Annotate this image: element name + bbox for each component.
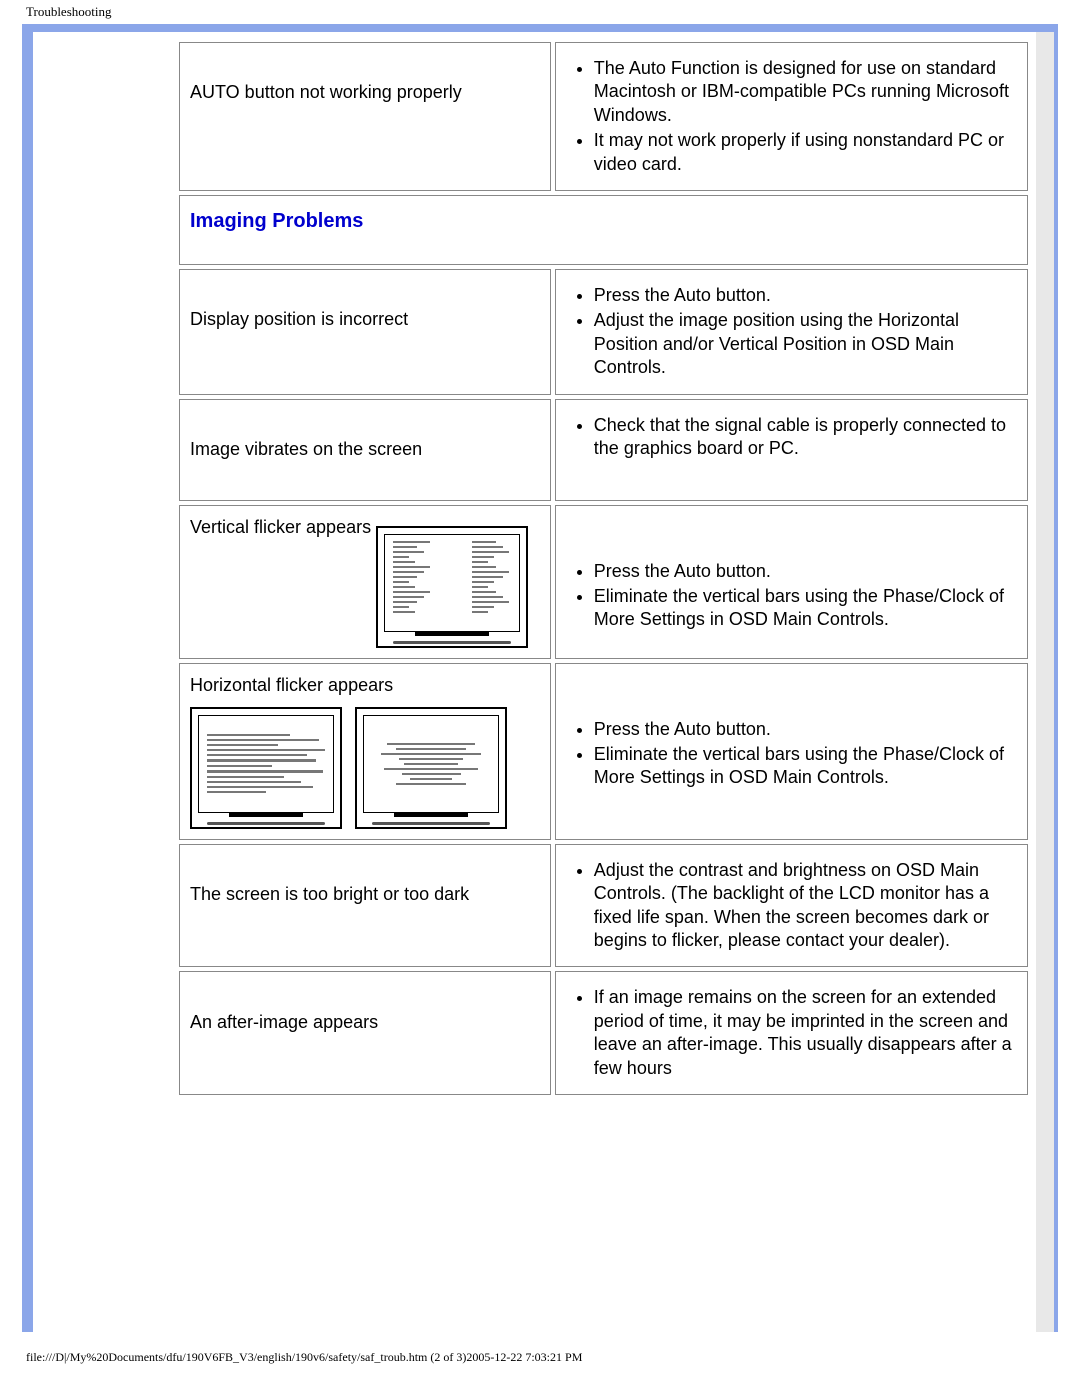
list-item: The Auto Function is designed for use on…	[594, 57, 1017, 127]
problem-cell: Display position is incorrect	[179, 269, 551, 395]
problem-label: Image vibrates on the screen	[190, 438, 422, 461]
solution-list: If an image remains on the screen for an…	[566, 986, 1017, 1080]
problem-cell: An after-image appears	[179, 971, 551, 1095]
list-item: Press the Auto button.	[594, 284, 1017, 307]
table-row: AUTO button not working properly The Aut…	[179, 42, 1028, 191]
list-item: Press the Auto button.	[594, 718, 1017, 741]
problem-label: Vertical flicker appears	[190, 517, 371, 537]
horizontal-flicker-illustration-clean	[355, 707, 507, 829]
solution-list: Check that the signal cable is properly …	[566, 414, 1017, 461]
solution-list: Adjust the contrast and brightness on OS…	[566, 859, 1017, 953]
list-item: Check that the signal cable is properly …	[594, 414, 1017, 461]
solution-cell: Press the Auto button. Eliminate the ver…	[555, 505, 1028, 659]
problem-cell: The screen is too bright or too dark	[179, 844, 551, 968]
table-row: The screen is too bright or too dark Adj…	[179, 844, 1028, 968]
section-title: Imaging Problems	[190, 210, 363, 232]
solution-cell: If an image remains on the screen for an…	[555, 971, 1028, 1095]
list-item: It may not work properly if using nonsta…	[594, 129, 1017, 176]
section-row: Imaging Problems	[179, 195, 1028, 265]
problem-label: Display position is incorrect	[190, 308, 408, 331]
list-item: Adjust the image position using the Hori…	[594, 309, 1017, 379]
table-row: Image vibrates on the screen Check that …	[179, 399, 1028, 501]
solution-list: Press the Auto button. Adjust the image …	[566, 284, 1017, 380]
list-item: Eliminate the vertical bars using the Ph…	[594, 743, 1017, 790]
problem-cell: Image vibrates on the screen	[179, 399, 551, 501]
list-item: Press the Auto button.	[594, 560, 1017, 583]
solution-list: The Auto Function is designed for use on…	[566, 57, 1017, 176]
problem-cell: AUTO button not working properly	[179, 42, 551, 191]
list-item: If an image remains on the screen for an…	[594, 986, 1017, 1080]
scrollbar-stub[interactable]	[1036, 32, 1054, 1332]
solution-cell: Press the Auto button. Adjust the image …	[555, 269, 1028, 395]
problem-label: AUTO button not working properly	[190, 81, 462, 104]
problem-label: An after-image appears	[190, 1011, 378, 1034]
section-cell: Imaging Problems	[179, 195, 1028, 265]
list-item: Eliminate the vertical bars using the Ph…	[594, 585, 1017, 632]
page-header: Troubleshooting	[0, 0, 1080, 24]
table-row: Horizontal flicker appears Press the Aut…	[179, 663, 1028, 840]
solution-cell: Check that the signal cable is properly …	[555, 399, 1028, 501]
vertical-flicker-illustration	[376, 526, 528, 648]
table-row: Display position is incorrect Press the …	[179, 269, 1028, 395]
solution-list: Press the Auto button. Eliminate the ver…	[566, 718, 1017, 790]
content-frame: AUTO button not working properly The Aut…	[22, 32, 1058, 1332]
problem-label: The screen is too bright or too dark	[190, 883, 469, 906]
table-row: An after-image appears If an image remai…	[179, 971, 1028, 1095]
problem-cell: Vertical flicker appears	[179, 505, 551, 659]
troubleshooting-table: AUTO button not working properly The Aut…	[175, 38, 1032, 1099]
list-item: Adjust the contrast and brightness on OS…	[594, 859, 1017, 953]
top-border	[22, 24, 1058, 32]
footer-path: file:///D|/My%20Documents/dfu/190V6FB_V3…	[0, 1332, 1080, 1365]
solution-cell: The Auto Function is designed for use on…	[555, 42, 1028, 191]
horizontal-flicker-illustration-noisy	[190, 707, 342, 829]
solution-cell: Press the Auto button. Eliminate the ver…	[555, 663, 1028, 840]
solution-list: Press the Auto button. Eliminate the ver…	[566, 560, 1017, 632]
problem-cell: Horizontal flicker appears	[179, 663, 551, 840]
problem-label: Horizontal flicker appears	[190, 675, 393, 695]
solution-cell: Adjust the contrast and brightness on OS…	[555, 844, 1028, 968]
table-row: Vertical flicker appears	[179, 505, 1028, 659]
content-area: AUTO button not working properly The Aut…	[175, 32, 1032, 1099]
